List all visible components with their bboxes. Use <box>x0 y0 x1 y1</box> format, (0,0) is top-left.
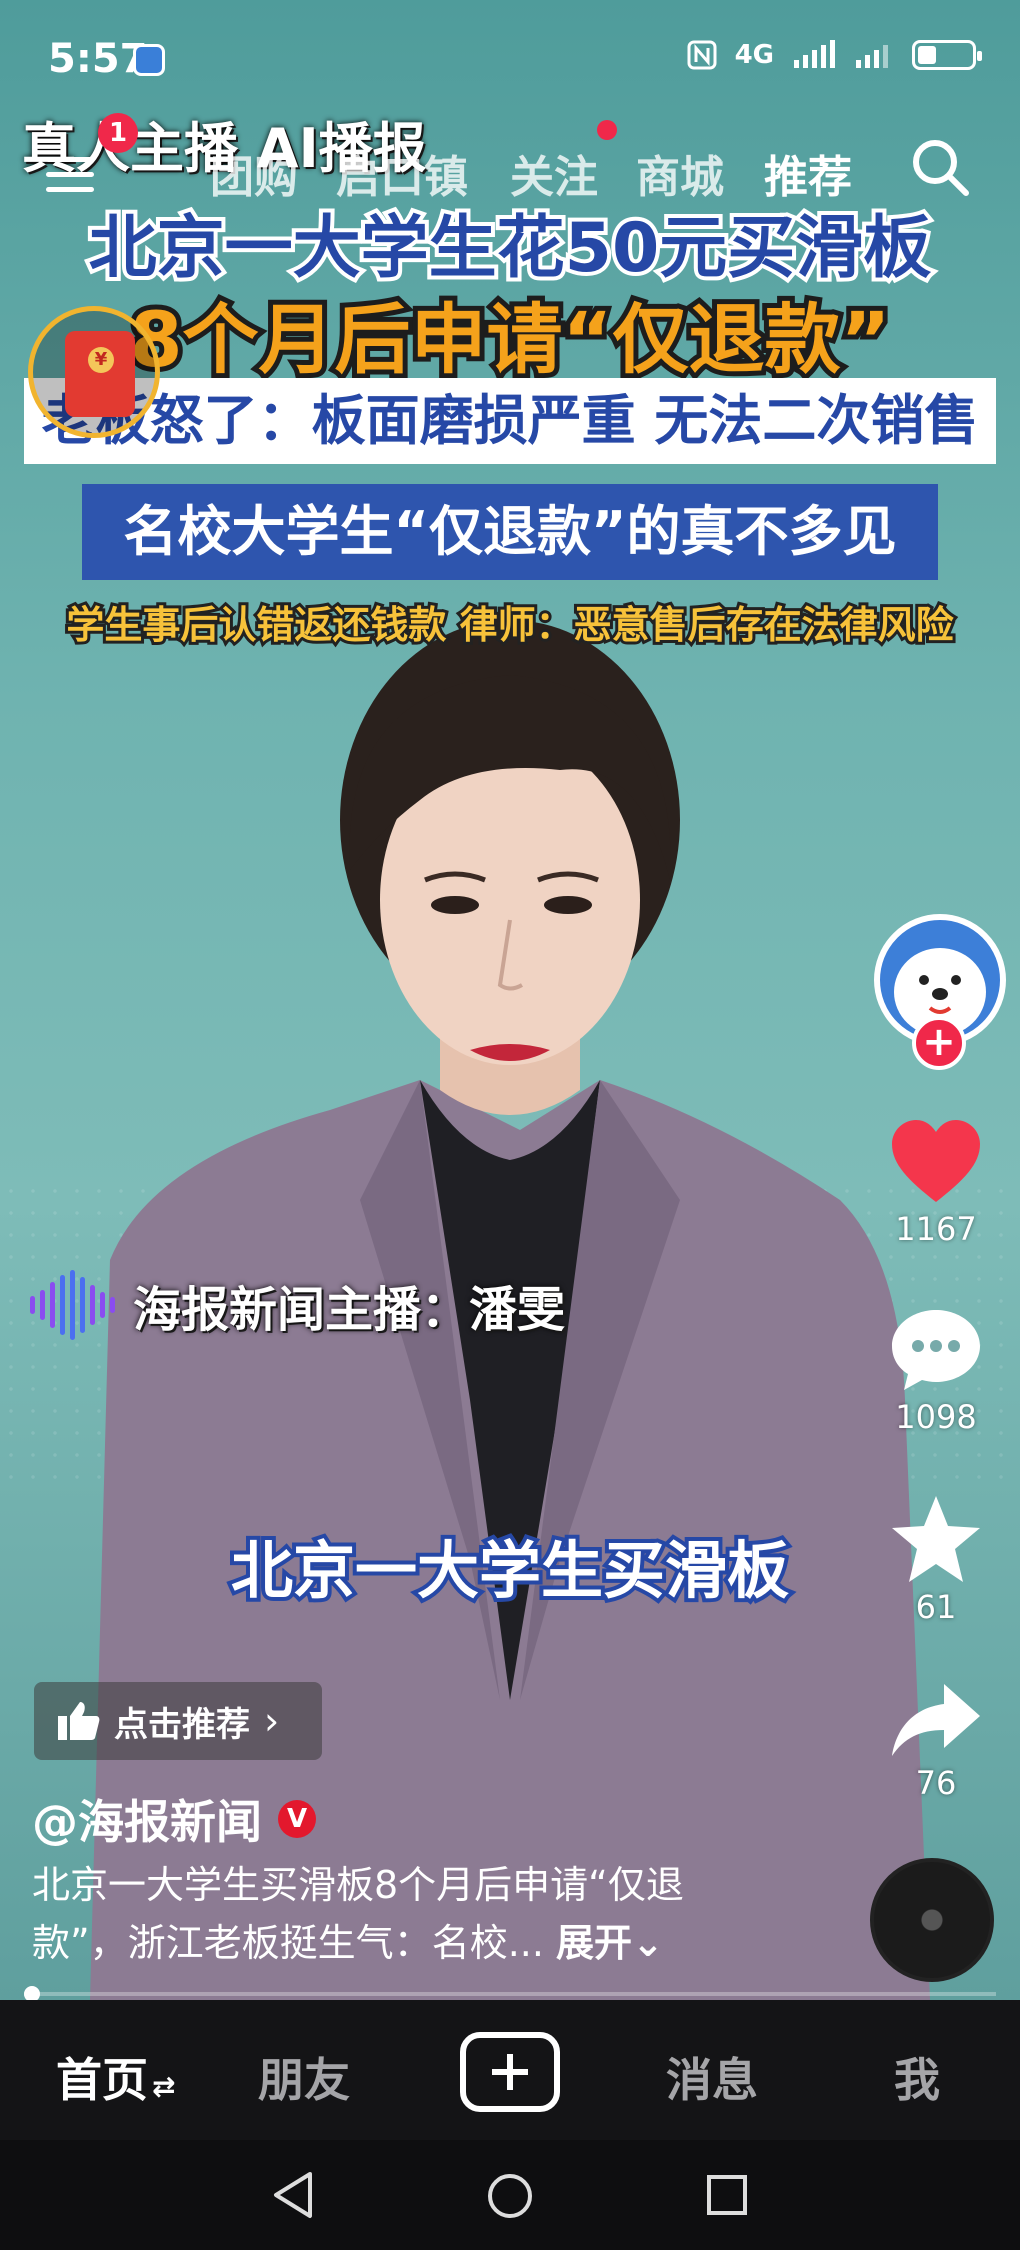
system-navigation-bar <box>0 2140 1020 2250</box>
heart-icon <box>892 1120 980 1202</box>
anchor-name: 海报新闻主播：潘雯 <box>133 1282 566 1338</box>
like-count: 1167 <box>895 1210 977 1248</box>
comment-count: 1098 <box>895 1398 977 1436</box>
thumbs-up-icon <box>58 1702 100 1740</box>
tab-home-label: 首页 <box>56 2053 148 2107</box>
share-count: 76 <box>915 1764 957 1802</box>
video-progress-bar[interactable] <box>24 1986 996 2002</box>
create-button[interactable] <box>460 2032 560 2112</box>
follow-button[interactable]: + <box>912 1016 966 1070</box>
tab-me[interactable]: 我 <box>894 2044 940 2110</box>
headline-line-3: 老板怒了：板面磨损严重 无法二次销售 <box>41 389 979 452</box>
comment-icon <box>892 1310 980 1390</box>
anchor-caption: 海报新闻主播：潘雯 <box>30 1270 565 1340</box>
author-handle[interactable]: @海报新闻 <box>32 1786 262 1852</box>
battery-icon <box>912 40 982 70</box>
network-type: 4G <box>734 40 774 70</box>
tab-friends[interactable]: 朋友 <box>258 2044 350 2110</box>
expand-link[interactable]: 展开 <box>556 1921 632 1965</box>
favorite-action[interactable]: 61 <box>866 1494 1006 1626</box>
search-icon[interactable] <box>908 135 972 199</box>
chevron-down-icon: ⌄ <box>632 1921 664 1965</box>
notification-badge: 1 <box>98 113 138 153</box>
headline-line-5: 学生事后认错返还钱款 律师：恶意售后存在法律风险 <box>63 600 956 650</box>
bottom-tab-bar: 首页 ⇄ 朋友 消息 我 <box>0 2000 1020 2140</box>
music-disc-icon[interactable] <box>870 1858 994 1982</box>
app-notification-icon <box>133 44 165 76</box>
tab-messages[interactable]: 消息 <box>666 2044 758 2110</box>
recents-icon[interactable] <box>706 2174 748 2216</box>
recommend-label: 点击推荐 <box>114 1704 250 1745</box>
recommend-button[interactable]: 点击推荐 › <box>34 1682 322 1760</box>
following-unread-dot <box>597 120 617 140</box>
author-row[interactable]: @海报新闻 V <box>32 1786 316 1852</box>
headline-banner-white: 老板怒了：板面磨损严重 无法二次销售 <box>24 378 996 464</box>
red-packet-icon[interactable] <box>28 306 160 438</box>
star-icon <box>892 1496 980 1582</box>
comment-action[interactable]: 1098 <box>866 1306 1006 1436</box>
nfc-icon <box>687 40 717 70</box>
chevron-right-icon: › <box>264 1699 280 1743</box>
signal-icon <box>794 40 835 68</box>
home-icon[interactable] <box>486 2172 534 2220</box>
favorite-count: 61 <box>915 1588 957 1626</box>
back-icon[interactable] <box>270 2170 316 2220</box>
audio-wave-icon <box>30 1270 115 1340</box>
headline-banner-blue: 名校大学生“仅退款”的真不多见 <box>82 484 938 580</box>
like-action[interactable]: 1167 <box>866 1118 1006 1248</box>
tab-home[interactable]: 首页 ⇄ <box>56 2044 175 2110</box>
share-action[interactable]: 76 <box>866 1680 1006 1802</box>
video-description[interactable]: 北京一大学生买滑板8个月后申请“仅退款”，浙江老板挺生气：名校... 展开⌄ <box>32 1856 752 1972</box>
signal-icon <box>856 45 888 68</box>
status-icons: 4G <box>687 40 982 70</box>
menu-icon[interactable] <box>46 157 94 193</box>
share-icon <box>892 1684 980 1756</box>
headline-line-4: 名校大学生“仅退款”的真不多见 <box>123 500 897 563</box>
status-bar: 5:57 4G <box>0 0 1020 120</box>
verified-badge-icon: V <box>278 1800 316 1838</box>
swap-icon: ⇄ <box>152 2070 176 2103</box>
headline-line-1: 北京一大学生花50元买滑板 <box>85 205 936 292</box>
